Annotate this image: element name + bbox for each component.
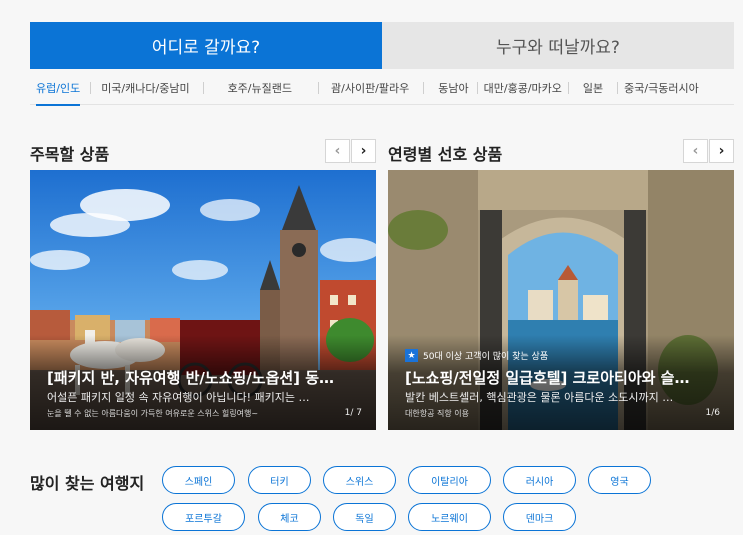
- dest-chip-turkey[interactable]: 터키: [248, 466, 311, 494]
- dest-chip-spain[interactable]: 스페인: [162, 466, 235, 494]
- dest-chip-denmark[interactable]: 덴마크: [503, 503, 576, 531]
- featured-title: 주목할 상품: [30, 145, 110, 164]
- region-tab-japan[interactable]: 일본: [583, 77, 603, 104]
- age-pref-card-sub: 대한항공 직항 이용: [405, 409, 469, 418]
- region-tab-southeast-asia[interactable]: 동남아: [438, 77, 468, 104]
- divider: [423, 82, 425, 94]
- divider: [617, 82, 619, 94]
- age-pref-title: 연령별 선호 상품: [388, 145, 503, 164]
- age-pref-badge-text: 50대 이상 고객이 많이 찾는 상품: [423, 352, 549, 362]
- dest-chip-russia[interactable]: 러시아: [503, 466, 576, 494]
- dest-chip-uk[interactable]: 영국: [588, 466, 651, 494]
- divider: [567, 82, 569, 94]
- featured-next-button[interactable]: ›: [351, 139, 376, 163]
- age-pref-card[interactable]: ★ 50대 이상 고객이 많이 찾는 상품 [노쇼핑/전일정 일급호텔] 크로아…: [388, 170, 734, 430]
- age-pref-next-button[interactable]: ›: [709, 139, 734, 163]
- region-tab-guam[interactable]: 괌/사이판/팔라우: [331, 77, 409, 104]
- popular-destinations-title: 많이 찾는 여행지: [30, 474, 145, 493]
- featured-card-page: 1/ 7: [344, 408, 362, 418]
- main-tabs: 어디로 갈까요? 누구와 떠날까요?: [30, 22, 734, 69]
- featured-arrows: ‹ ›: [325, 139, 376, 163]
- dest-chip-portugal[interactable]: 포르투갈: [162, 503, 245, 531]
- featured-card-sub: 눈을 뗄 수 없는 아름다움이 가득한 여유로운 스위스 힐링여행~: [47, 409, 259, 418]
- divider: [90, 82, 92, 94]
- region-tab-oceania[interactable]: 호주/뉴질랜드: [228, 77, 292, 104]
- region-tab-china[interactable]: 중국/극동러시아: [624, 77, 699, 104]
- dest-chip-italy[interactable]: 이탈리아: [408, 466, 491, 494]
- tab-where[interactable]: 어디로 갈까요?: [30, 22, 382, 69]
- region-tab-taiwan[interactable]: 대만/홍콩/마카오: [484, 77, 562, 104]
- age-pref-card-desc: 발칸 베스트셀러, 핵심관광은 물론 아름다운 소도시까지 …: [405, 391, 674, 404]
- age-pref-badge: ★ 50대 이상 고객이 많이 찾는 상품: [405, 349, 548, 362]
- region-tabs: 유럽/인도 미국/캐나다/중남미 호주/뉴질랜드 괌/사이판/팔라우 동남아 대…: [30, 77, 734, 106]
- tab-with-whom[interactable]: 누구와 떠날까요?: [382, 22, 734, 69]
- age-pref-card-title: [노쇼핑/전일정 일급호텔] 크로아티아와 슬…: [405, 369, 690, 387]
- region-tab-america[interactable]: 미국/캐나다/중남미: [101, 77, 189, 104]
- star-icon: ★: [405, 349, 418, 362]
- featured-prev-button[interactable]: ‹: [325, 139, 350, 163]
- divider: [202, 82, 204, 94]
- dest-chip-switzerland[interactable]: 스위스: [323, 466, 396, 494]
- region-tab-europe[interactable]: 유럽/인도: [36, 77, 81, 106]
- featured-card-desc: 어설픈 패키지 일정 속 자유여행이 아닙니다! 패키지는 …: [47, 391, 310, 404]
- divider: [476, 82, 478, 94]
- age-pref-card-page: 1/6: [705, 408, 720, 418]
- dest-chip-czech[interactable]: 체코: [258, 503, 321, 531]
- featured-card-title: [패키지 반, 자유여행 반/노쇼핑/노옵션] 동…: [47, 369, 335, 387]
- featured-card[interactable]: [패키지 반, 자유여행 반/노쇼핑/노옵션] 동… 어설픈 패키지 일정 속 …: [30, 170, 376, 430]
- page: 어디로 갈까요? 누구와 떠날까요? 유럽/인도 미국/캐나다/중남미 호주/뉴…: [0, 0, 743, 535]
- dest-chip-norway[interactable]: 노르웨이: [408, 503, 491, 531]
- dest-chip-germany[interactable]: 독일: [333, 503, 396, 531]
- age-pref-arrows: ‹ ›: [683, 139, 734, 163]
- divider: [318, 82, 319, 94]
- age-pref-prev-button[interactable]: ‹: [683, 139, 708, 163]
